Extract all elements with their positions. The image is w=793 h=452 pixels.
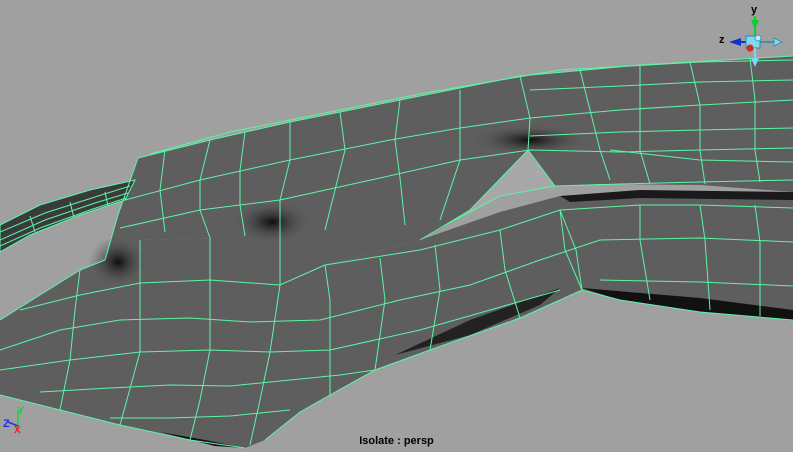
crease-shadow <box>88 236 148 288</box>
corner-axis-y-label: Y <box>17 405 25 417</box>
crease-shadow <box>232 200 312 244</box>
perspective-viewport[interactable]: y z Y Z X Isolate : persp <box>0 0 793 452</box>
corner-axis-z-label: Z <box>3 418 10 430</box>
view-cube[interactable]: y z <box>716 2 793 72</box>
view-cube-z-label: z <box>719 34 725 46</box>
view-cube-y-label: y <box>751 4 758 16</box>
view-cube-y-icon[interactable] <box>751 16 759 36</box>
viewport-hud-label: Isolate : persp <box>359 435 434 447</box>
view-cube-down-icon[interactable] <box>751 48 759 67</box>
corner-axis-indicator: Y Z X <box>3 405 25 436</box>
view-cube-x-icon[interactable] <box>746 44 754 52</box>
mesh-scene[interactable] <box>0 0 793 452</box>
